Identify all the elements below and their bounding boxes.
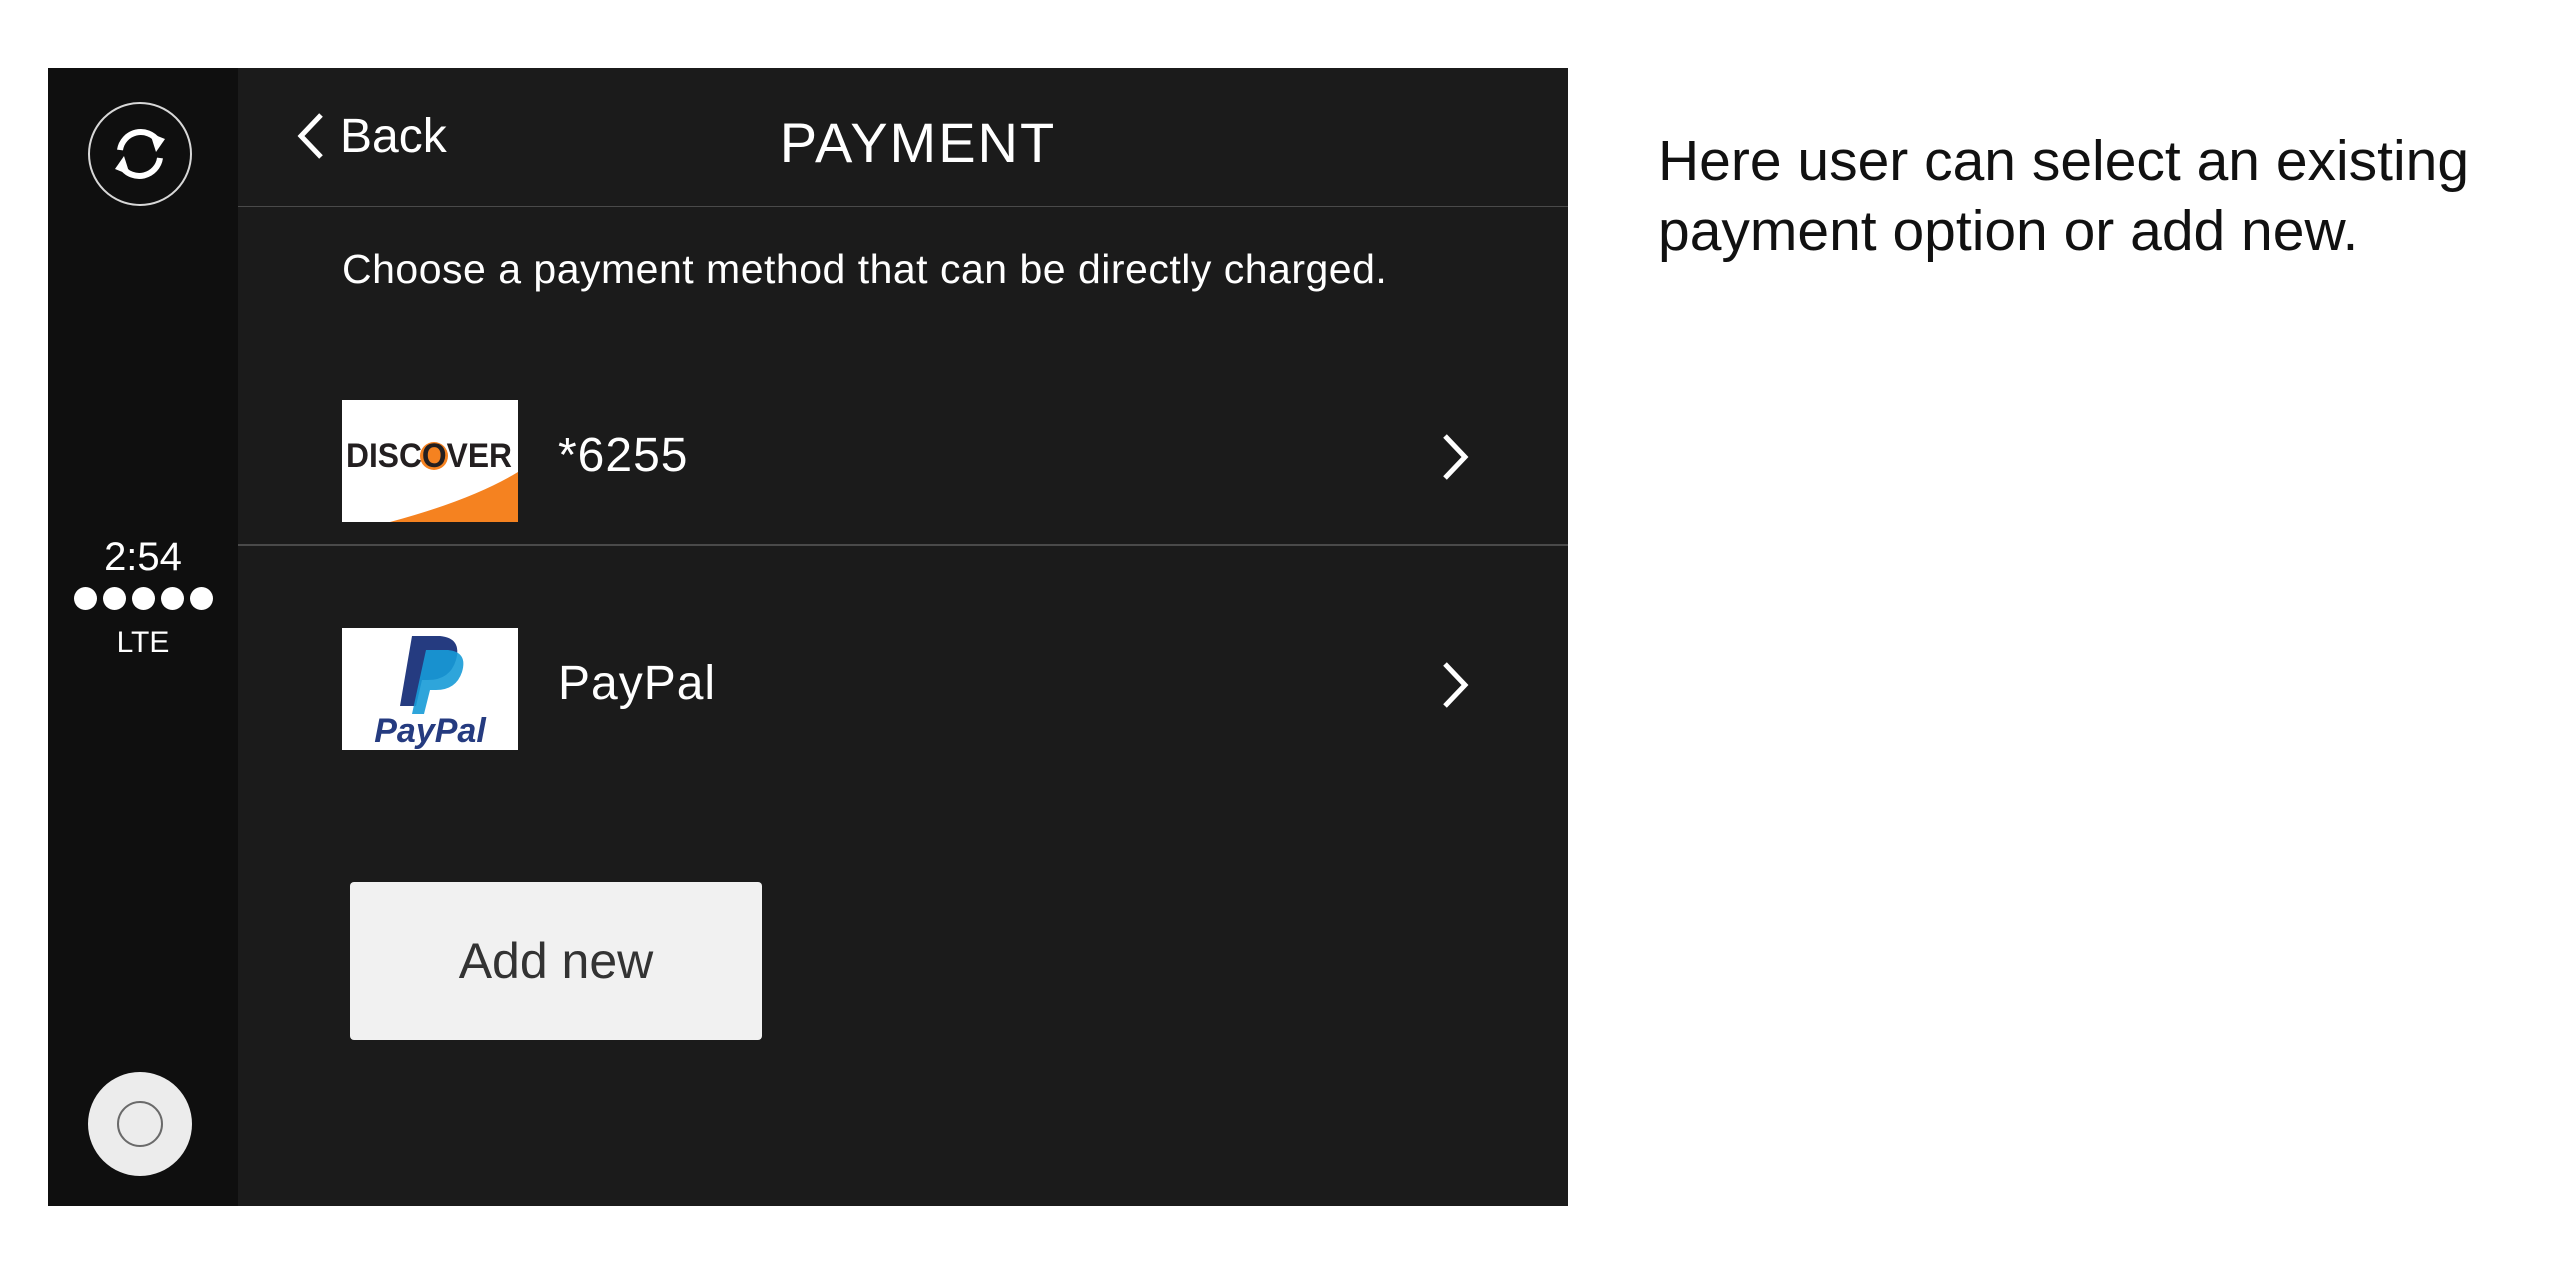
annotation-text: Here user can select an existing payment…	[1658, 129, 2470, 263]
payment-option-paypal[interactable]: PayPal PayPal	[238, 594, 1568, 774]
signal-dot	[160, 587, 184, 610]
payment-screen: Back PAYMENT Choose a payment method tha…	[238, 68, 1568, 1206]
chevron-right-icon	[1443, 434, 1469, 480]
network-type: LTE	[116, 626, 170, 659]
divider	[238, 544, 1568, 546]
home-icon	[117, 1101, 163, 1147]
payment-option-discover[interactable]: DISCOVER *6255	[238, 366, 1568, 546]
signal-dot	[131, 587, 155, 610]
discover-logo: DISCOVER	[342, 400, 518, 522]
refresh-icon	[115, 129, 165, 179]
paypal-logo-text: PayPal	[374, 712, 487, 750]
signal-dot	[102, 587, 126, 610]
signal-dot	[189, 587, 213, 610]
status-area: 2:54 LTE	[48, 533, 238, 660]
chevron-right-icon	[1443, 662, 1469, 708]
sidebar: 2:54 LTE	[48, 68, 238, 1206]
signal-dot	[73, 587, 97, 610]
refresh-button[interactable]	[88, 102, 192, 206]
page-title: PAYMENT	[779, 111, 1057, 174]
signal-strength-icon	[48, 587, 238, 610]
payment-option-label: *6255	[558, 429, 689, 482]
discover-logo-text: DISCOVER	[346, 437, 512, 475]
add-new-button[interactable]: Add new	[350, 882, 762, 1040]
instruction-text: Choose a payment method that can be dire…	[342, 246, 1388, 292]
header: Back PAYMENT	[238, 68, 1568, 207]
car-display: 2:54 LTE Back PAYMENT Choose a payment m…	[48, 68, 1568, 1206]
payment-option-label: PayPal	[558, 657, 717, 710]
paypal-logo: PayPal	[342, 628, 518, 750]
home-button[interactable]	[88, 1072, 192, 1176]
clock: 2:54	[104, 535, 182, 579]
